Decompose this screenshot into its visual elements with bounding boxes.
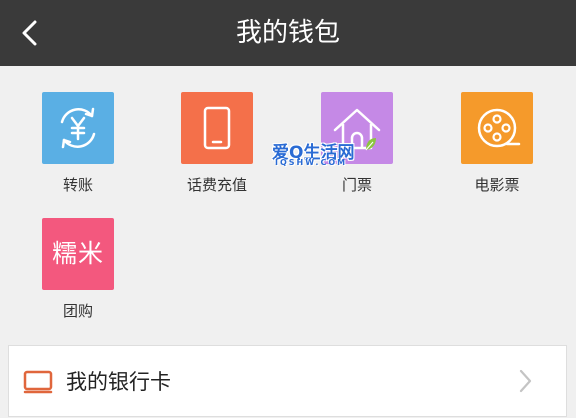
chevron-left-icon	[22, 20, 37, 46]
film-reel-icon	[477, 108, 521, 148]
service-label: 话费充值	[186, 176, 247, 194]
group-buy-tile: 糯米	[42, 218, 114, 290]
rice-logo-icon: 糯米	[51, 239, 104, 268]
service-transfer[interactable]: 转账	[18, 66, 138, 194]
service-label: 门票	[341, 176, 372, 194]
movie-ticket-tile	[461, 92, 533, 164]
bank-card-icon	[23, 370, 53, 394]
service-group-buy[interactable]: 糯米 团购	[18, 192, 138, 320]
service-movie-ticket[interactable]: 电影票	[437, 66, 557, 194]
transfer-yuan-icon	[60, 107, 96, 149]
back-button[interactable]	[12, 13, 52, 53]
ticket-house-icon	[333, 108, 381, 150]
phone-recharge-icon	[203, 106, 231, 150]
service-label: 团购	[62, 302, 93, 320]
transfer-tile	[42, 92, 114, 164]
service-label: 电影票	[474, 176, 520, 194]
chevron-right-icon	[519, 369, 532, 393]
service-ticket[interactable]: 门票	[297, 66, 417, 194]
header-bar: 我的钱包	[0, 0, 576, 66]
service-grid: 转账 话费充值 门票 电影票 糯米 团购	[0, 66, 576, 340]
ticket-tile	[321, 92, 393, 164]
phone-recharge-tile	[181, 92, 253, 164]
page-title: 我的钱包	[235, 18, 340, 48]
service-phone-recharge[interactable]: 话费充值	[157, 66, 277, 194]
bank-card-row[interactable]: 我的银行卡	[8, 345, 567, 417]
bank-card-label: 我的银行卡	[66, 370, 171, 394]
